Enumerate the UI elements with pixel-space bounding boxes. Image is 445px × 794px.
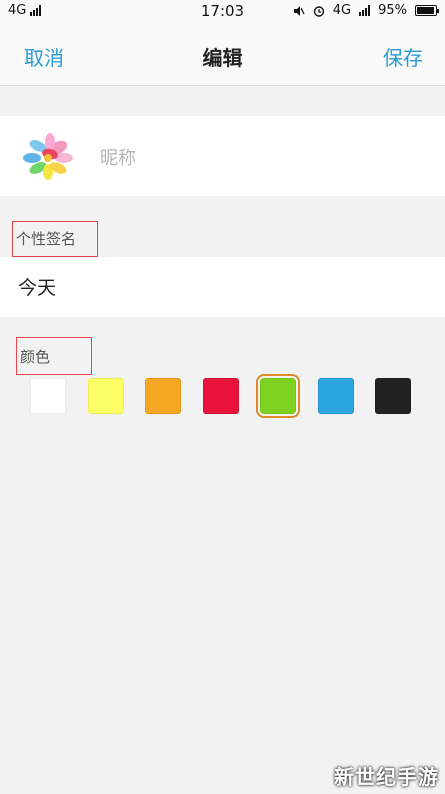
signature-row[interactable]: 今天 bbox=[0, 257, 445, 317]
save-button[interactable]: 保存 bbox=[383, 42, 423, 71]
color-swatch[interactable] bbox=[202, 378, 239, 414]
watermark: 新世纪手游 bbox=[334, 765, 439, 789]
alarm-icon bbox=[313, 5, 324, 17]
color-swatch[interactable] bbox=[145, 378, 181, 414]
color-swatches bbox=[30, 374, 420, 418]
nickname-field[interactable]: 昵称 bbox=[100, 144, 136, 170]
color-swatch[interactable] bbox=[375, 378, 411, 414]
color-swatch[interactable] bbox=[30, 378, 66, 414]
nav-bar: 取消 编辑 保存 bbox=[0, 22, 445, 86]
battery-icon bbox=[415, 5, 439, 16]
page-title: 编辑 bbox=[202, 46, 243, 70]
color-swatch[interactable] bbox=[87, 378, 124, 414]
status-bar: 4G 17:03 4G 95% bbox=[0, 0, 445, 22]
signature-input[interactable]: 今天 bbox=[18, 273, 56, 300]
color-swatch[interactable] bbox=[256, 374, 300, 418]
flower-petals-icon[interactable] bbox=[20, 132, 76, 180]
signal-icon-right bbox=[359, 5, 371, 16]
signature-label: 个性签名 bbox=[12, 221, 98, 257]
mute-icon bbox=[293, 5, 305, 16]
color-swatch[interactable] bbox=[317, 378, 354, 414]
edit-screen: 4G 17:03 4G 95% 取消 编辑 保存 昵称 个性签名 今天 颜色 新… bbox=[0, 0, 445, 794]
color-label: 颜色 bbox=[16, 337, 92, 375]
profile-row: 昵称 bbox=[0, 116, 445, 196]
network-type-right: 4G bbox=[332, 3, 352, 18]
battery-percent: 95% bbox=[378, 3, 407, 18]
status-right: 4G 95% bbox=[293, 3, 439, 18]
